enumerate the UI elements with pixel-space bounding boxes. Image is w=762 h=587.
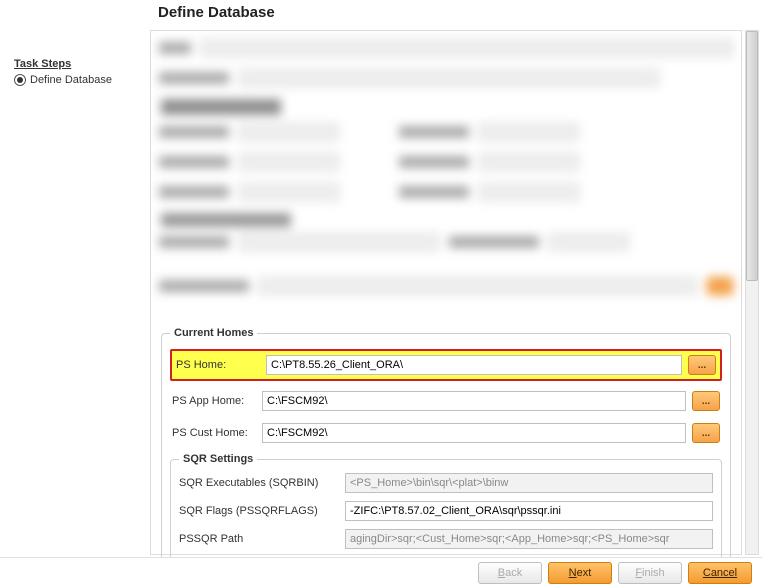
- content-panel: Current Homes PS Home: ... PS App Home: …: [150, 30, 742, 555]
- task-steps-sidebar: Task Steps Define Database: [14, 58, 144, 86]
- back-button: Back: [478, 562, 542, 584]
- sqr-settings-legend: SQR Settings: [179, 453, 257, 465]
- task-step-label: Define Database: [30, 74, 112, 86]
- ps-home-row: PS Home: ...: [170, 349, 722, 381]
- sqr-exec-input: [345, 473, 713, 493]
- task-step-define-database[interactable]: Define Database: [14, 74, 144, 86]
- ps-cust-home-label: PS Cust Home:: [172, 427, 256, 439]
- ps-app-home-row: PS App Home: ...: [170, 389, 722, 413]
- vertical-scrollbar[interactable]: [745, 30, 759, 555]
- current-homes-legend: Current Homes: [170, 327, 257, 339]
- sqr-flags-label: SQR Flags (PSSQRFLAGS): [179, 505, 337, 517]
- sqr-path-input: [345, 529, 713, 549]
- wizard-footer: Back Next Finish Cancel: [0, 557, 762, 587]
- scrollbar-thumb[interactable]: [746, 31, 758, 281]
- sqr-path-label: PSSQR Path: [179, 533, 337, 545]
- current-homes-group: Current Homes PS Home: ... PS App Home: …: [161, 327, 731, 571]
- ps-home-input[interactable]: [266, 355, 682, 375]
- ps-cust-home-input[interactable]: [262, 423, 686, 443]
- blurred-upper-form: [159, 39, 733, 329]
- radio-icon: [14, 74, 26, 86]
- ps-home-browse-button[interactable]: ...: [688, 355, 716, 375]
- ps-home-label: PS Home:: [176, 359, 260, 371]
- sqr-path-row: PSSQR Path: [179, 529, 713, 549]
- ps-app-home-browse-button[interactable]: ...: [692, 391, 720, 411]
- sqr-flags-row: SQR Flags (PSSQRFLAGS): [179, 501, 713, 521]
- finish-button: Finish: [618, 562, 682, 584]
- sqr-exec-label: SQR Executables (SQRBIN): [179, 477, 337, 489]
- sqr-flags-input[interactable]: [345, 501, 713, 521]
- sqr-settings-group: SQR Settings SQR Executables (SQRBIN) SQ…: [170, 453, 722, 562]
- sqr-exec-row: SQR Executables (SQRBIN): [179, 473, 713, 493]
- ps-app-home-input[interactable]: [262, 391, 686, 411]
- ps-cust-home-row: PS Cust Home: ...: [170, 421, 722, 445]
- ps-cust-home-browse-button[interactable]: ...: [692, 423, 720, 443]
- page-title: Define Database: [158, 4, 275, 21]
- cancel-button[interactable]: Cancel: [688, 562, 752, 584]
- next-button[interactable]: Next: [548, 562, 612, 584]
- task-steps-heading: Task Steps: [14, 58, 144, 70]
- ps-app-home-label: PS App Home:: [172, 395, 256, 407]
